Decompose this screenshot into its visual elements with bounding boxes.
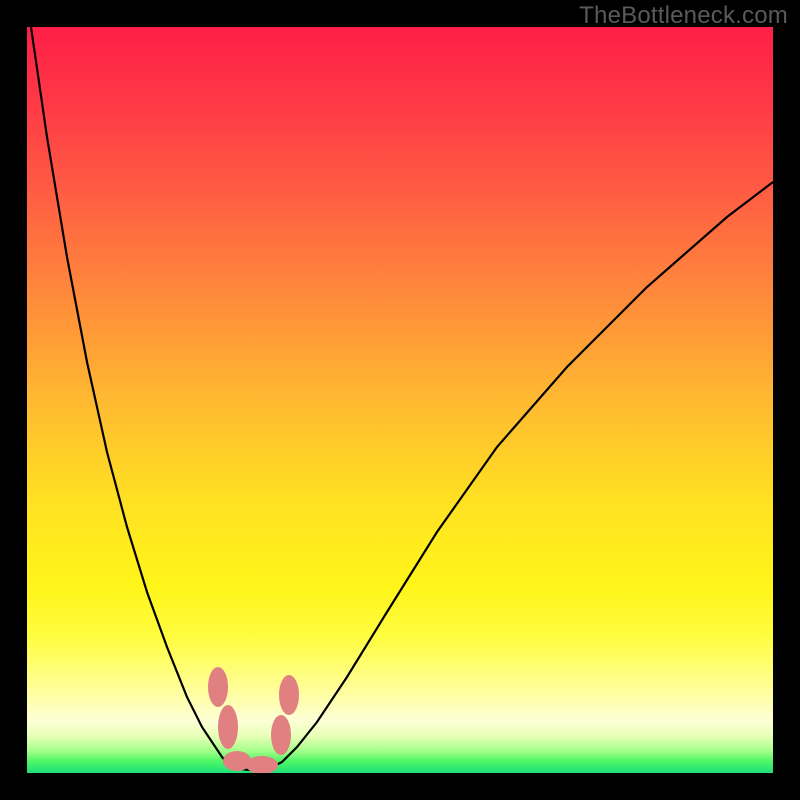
watermark-text: TheBottleneck.com xyxy=(579,2,788,30)
bottleneck-curve xyxy=(27,27,773,773)
chart-frame: TheBottleneck.com xyxy=(0,0,800,800)
blob-left-lower xyxy=(218,705,238,749)
blob-valley-2 xyxy=(246,756,278,773)
blob-left-upper xyxy=(208,667,228,707)
blob-right-upper xyxy=(279,675,299,715)
curve-left-branch xyxy=(31,27,773,770)
plot-area xyxy=(27,27,773,773)
blob-right-lower xyxy=(271,715,291,755)
